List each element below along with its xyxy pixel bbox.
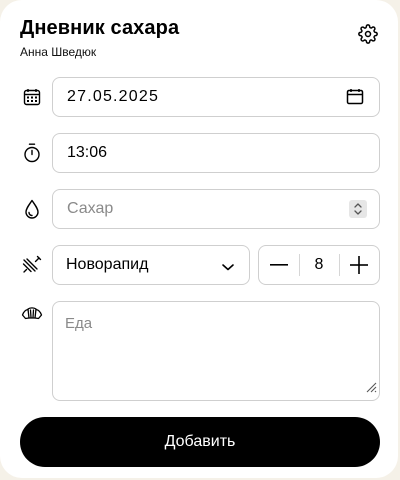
gear-icon [358,23,378,49]
insulin-dose-value[interactable]: 8 [299,246,339,284]
food-placeholder: Еда [65,315,93,332]
time-value: 13:06 [67,144,108,161]
food-textarea[interactable]: Еда [52,301,380,401]
insulin-type-value: Новорапид [66,256,149,273]
date-field[interactable]: 27.05.2025 [52,77,380,117]
time-field[interactable]: 13:06 [52,133,380,173]
settings-button[interactable] [357,23,379,49]
resize-handle-icon[interactable] [365,380,377,398]
sugar-placeholder: Сахар [67,200,114,217]
number-spinner-icon[interactable] [349,200,367,218]
date-value: 27.05.2025 [67,88,160,105]
chevron-down-icon [221,259,235,277]
page-title: Дневник сахара [20,17,180,39]
drop-icon [21,198,43,220]
stopwatch-icon [21,142,43,164]
insulin-dose-stepper: 8 [258,245,380,285]
syringe-icon [21,254,43,276]
user-name: Анна Шведюк [20,45,97,59]
insulin-type-select[interactable]: Новорапид [52,245,250,285]
add-button[interactable]: Добавить [20,417,380,467]
decrement-button[interactable] [259,246,299,284]
croissant-icon [21,303,43,325]
calendar-icon [21,86,43,108]
sugar-input[interactable]: Сахар [52,189,380,229]
sugar-diary-card: Дневник сахара Анна Шведюк 27.05.2025 13… [0,0,398,478]
increment-button[interactable] [339,246,379,284]
calendar-picker-icon[interactable] [345,87,365,107]
